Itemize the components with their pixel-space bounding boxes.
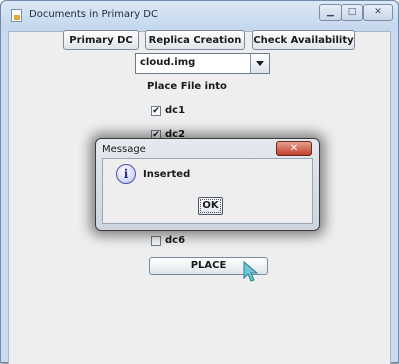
replica-creation-button[interactable]: Replica Creation [145, 30, 245, 50]
info-icon: i [116, 164, 136, 184]
file-select-value: cloud.img [140, 57, 196, 68]
window-title: Documents in Primary DC [29, 9, 158, 20]
chevron-down-icon[interactable] [250, 54, 269, 73]
dc6-label: dc6 [165, 235, 186, 246]
maximize-button[interactable]: □ [341, 4, 363, 21]
dc1-checkbox[interactable]: ✔ [151, 106, 161, 116]
ok-button[interactable]: OK [198, 197, 223, 215]
close-button[interactable]: ✕ [363, 4, 393, 21]
minimize-button[interactable]: ▁ [319, 4, 342, 21]
title-bar[interactable]: Documents in Primary DC ▁ □ ✕ [1, 1, 398, 31]
java-app-icon [11, 9, 22, 22]
dialog-close-button[interactable]: ✕ [276, 141, 312, 156]
dialog-title: Message [102, 144, 146, 155]
file-select[interactable]: cloud.img [135, 53, 270, 74]
message-dialog: Message ✕ i Inserted OK [95, 138, 320, 231]
dc1-label: dc1 [165, 105, 186, 116]
dc6-checkbox[interactable] [151, 236, 161, 246]
primary-dc-button[interactable]: Primary DC [63, 30, 139, 50]
main-window: Documents in Primary DC ▁ □ ✕ Primary DC… [0, 0, 399, 364]
dialog-body: i Inserted OK [102, 158, 313, 224]
check-availability-button[interactable]: Check Availability [252, 30, 355, 50]
mouse-cursor-icon [243, 260, 259, 282]
dialog-message: Inserted [143, 169, 191, 180]
place-file-label: Place File into [147, 81, 227, 92]
